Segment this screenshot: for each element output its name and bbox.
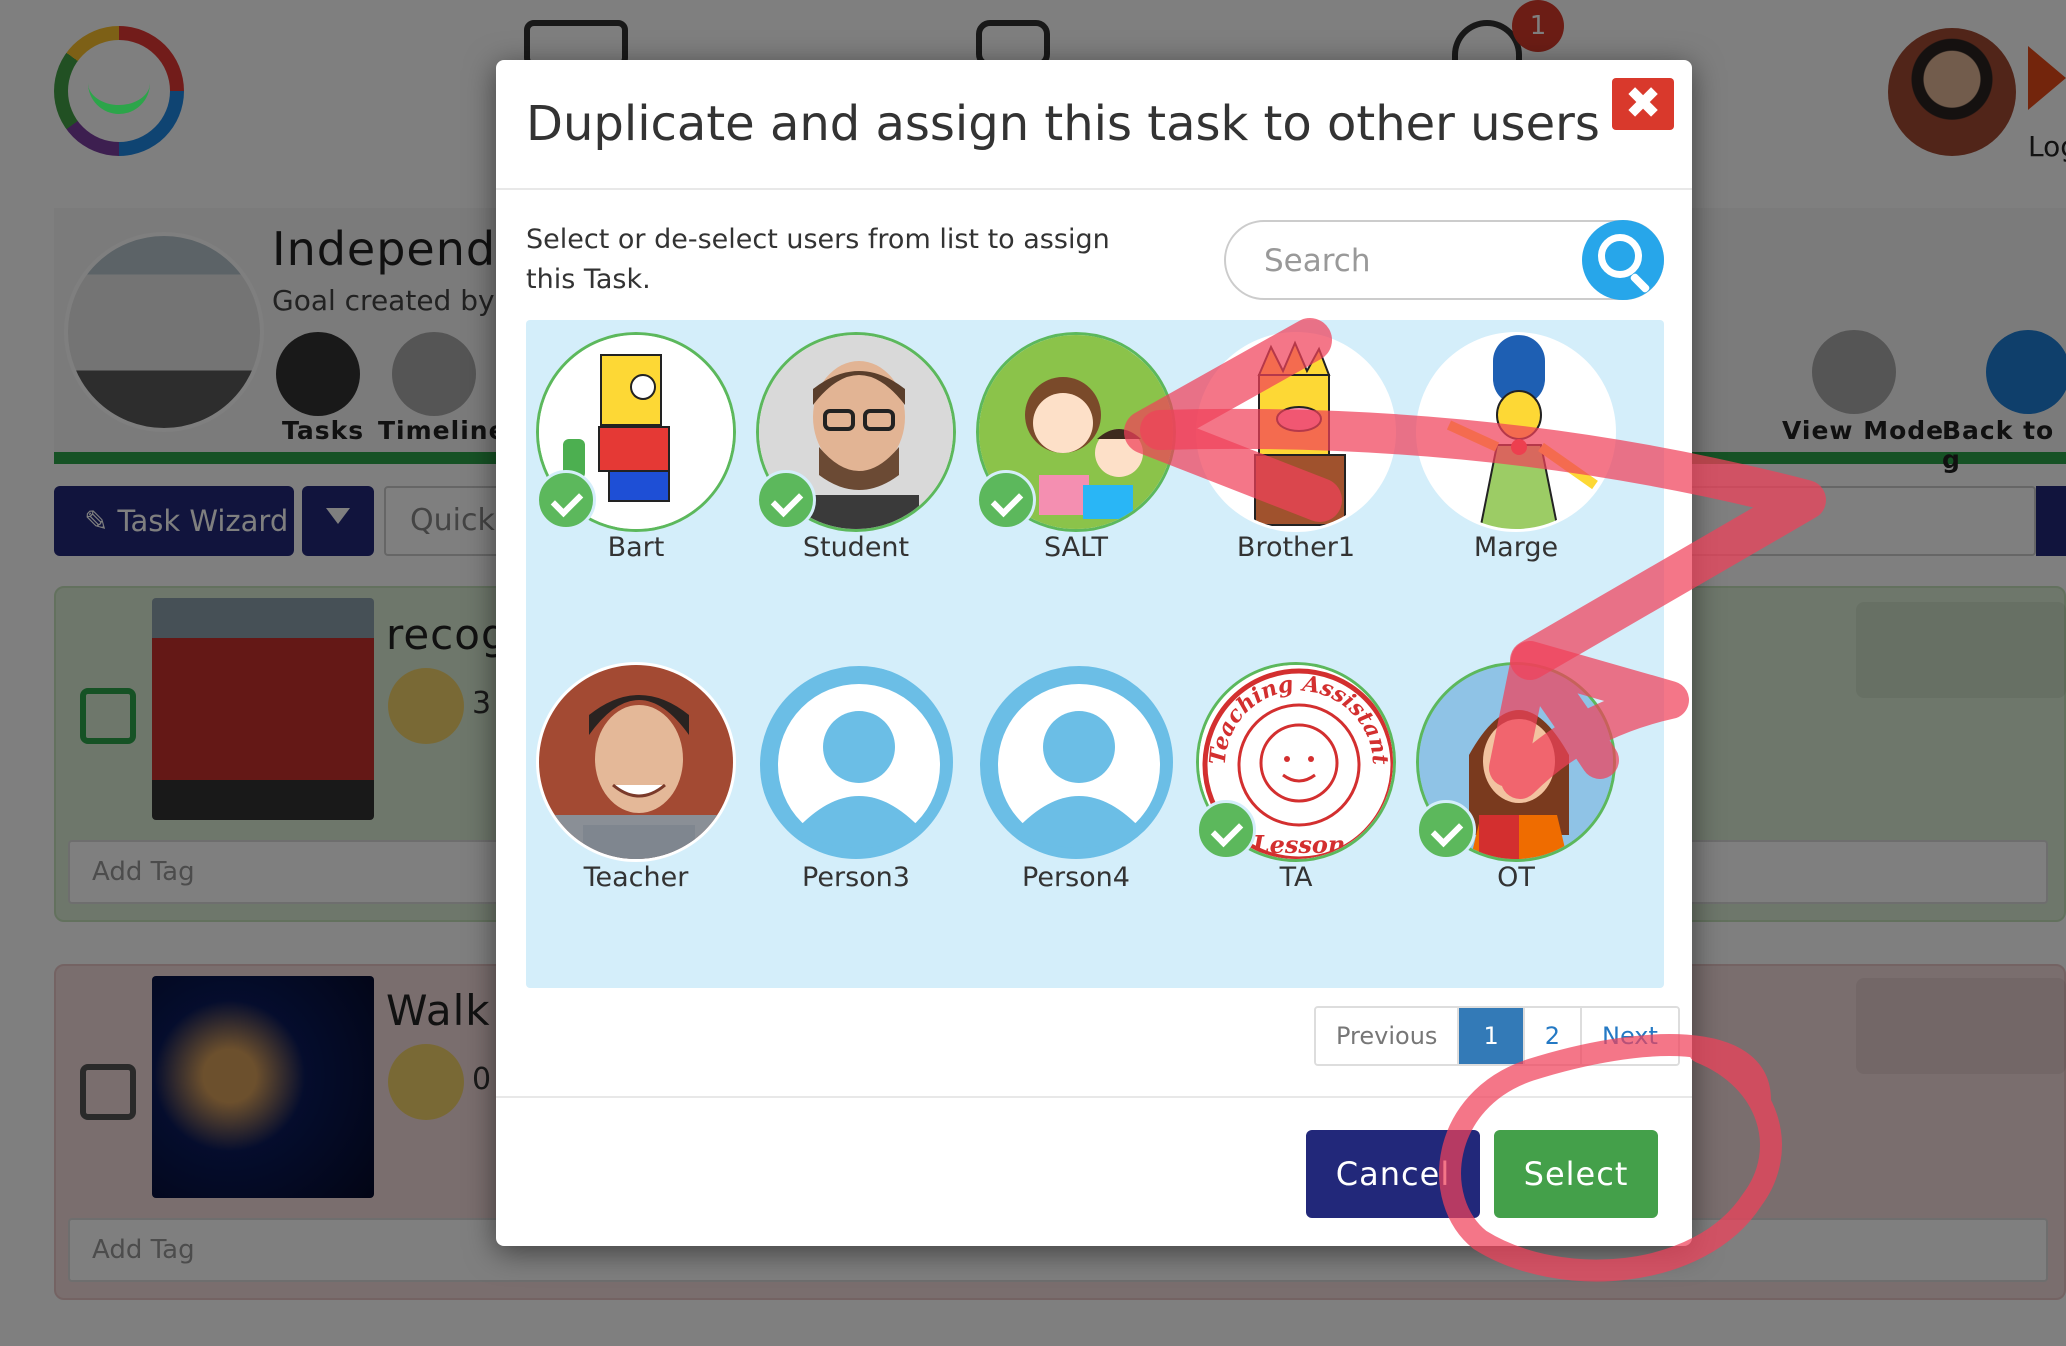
user-list: Bart Student SALT Brother1 Marge Teacher…: [526, 320, 1664, 988]
selected-check-icon: [976, 470, 1036, 530]
user-tile-ta[interactable]: Teaching Assistant Lesson TA: [1186, 650, 1406, 910]
brother1-avatar-art: [1199, 335, 1393, 529]
user-name: Marge: [1473, 532, 1559, 563]
modal-footer-divider: [496, 1096, 1692, 1098]
search-icon-handle: [1629, 272, 1651, 294]
user-name: Brother1: [1236, 532, 1356, 563]
selected-check-icon: [536, 470, 596, 530]
modal-header-divider: [496, 188, 1692, 190]
default-avatar-art: [980, 666, 1173, 859]
user-tile-salt[interactable]: SALT: [966, 320, 1186, 580]
marge-avatar-art: [1419, 335, 1613, 529]
ta-badge-bottom-text: Lesson: [1252, 830, 1346, 859]
user-tile-person4[interactable]: Person4: [966, 650, 1186, 910]
teacher-avatar-art: [539, 665, 733, 859]
user-name: Person4: [1022, 862, 1130, 893]
user-name: TA: [1279, 862, 1313, 893]
default-user-icon: [976, 662, 1176, 862]
selected-check-icon: [1416, 800, 1476, 860]
user-tile-student[interactable]: Student: [746, 320, 966, 580]
user-search-input[interactable]: [1264, 238, 1564, 284]
user-name: Bart: [607, 532, 665, 563]
close-button[interactable]: ✖: [1612, 78, 1674, 130]
user-avatar-brother1: [1196, 332, 1396, 532]
selected-check-icon: [1196, 800, 1256, 860]
pagination-page-1[interactable]: 1: [1459, 1008, 1525, 1064]
pagination-page-2[interactable]: 2: [1524, 1008, 1582, 1064]
user-name: SALT: [1044, 532, 1108, 563]
user-tile-teacher[interactable]: Teacher: [526, 650, 746, 910]
pagination-next[interactable]: Next: [1582, 1008, 1678, 1064]
select-button[interactable]: Select: [1494, 1130, 1658, 1218]
pagination-previous[interactable]: Previous: [1316, 1008, 1460, 1064]
assign-users-modal: Duplicate and assign this task to other …: [496, 60, 1692, 1246]
user-name: Person3: [802, 862, 910, 893]
user-tile-person3[interactable]: Person3: [746, 650, 966, 910]
user-avatar-marge: [1416, 332, 1616, 532]
user-name: Teacher: [583, 862, 689, 893]
user-tile-ot[interactable]: OT: [1406, 650, 1626, 910]
selected-check-icon: [756, 470, 816, 530]
modal-instructions: Select or de-select users from list to a…: [526, 224, 1110, 295]
user-tile-brother1[interactable]: Brother1: [1186, 320, 1406, 580]
user-tile-marge[interactable]: Marge: [1406, 320, 1626, 580]
user-avatar-teacher: [536, 662, 736, 862]
pagination: Previous 1 2 Next: [1314, 1006, 1680, 1066]
close-icon: ✖: [1624, 78, 1662, 129]
user-name: Student: [802, 532, 910, 563]
modal-title: Duplicate and assign this task to other …: [526, 96, 1600, 152]
user-tile-bart[interactable]: Bart: [526, 320, 746, 580]
search-icon: [1598, 234, 1642, 278]
default-avatar-art: [760, 666, 953, 859]
default-user-icon: [756, 662, 956, 862]
user-name: OT: [1497, 862, 1535, 893]
cancel-button[interactable]: Cancel: [1306, 1130, 1480, 1218]
search-button[interactable]: [1582, 220, 1664, 300]
